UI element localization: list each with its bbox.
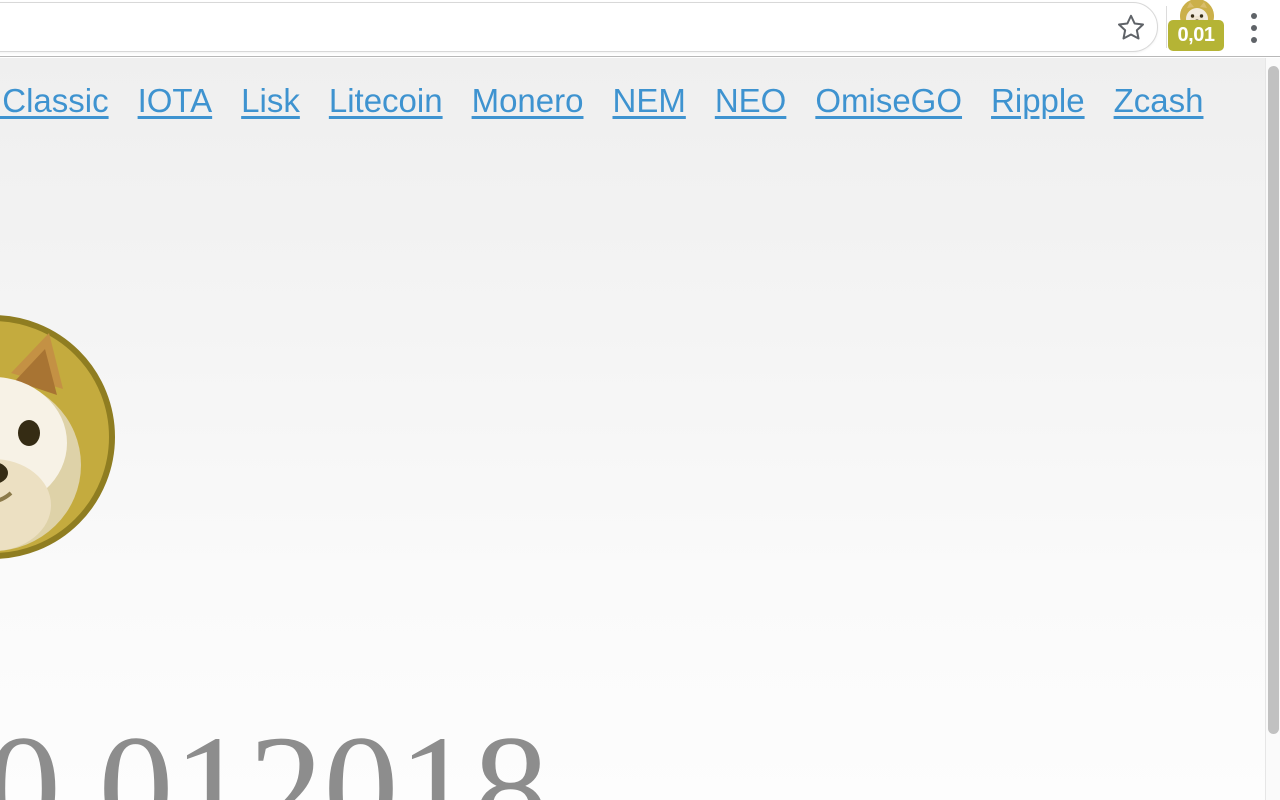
price-value: 0,012018 [0,705,549,800]
nav-link-litecoin[interactable]: Litecoin [329,82,443,120]
address-bar[interactable] [0,2,1158,52]
currency-nav-list: Ethereum Classic IOTA Lisk Litecoin Monero NE… [0,82,1203,120]
three-dot-menu-icon [1251,13,1257,19]
nav-link-neo[interactable]: NEO [715,82,787,120]
bookmark-star-icon [1116,12,1146,42]
bookmark-star-button[interactable] [1108,4,1154,50]
dogecoin-extension-button[interactable]: 0,01 [1168,0,1224,56]
nav-link-zcash[interactable]: Zcash [1114,82,1204,120]
vertical-scrollbar[interactable] [1265,58,1280,800]
three-dot-menu-icon [1251,25,1257,31]
three-dot-menu-icon [1251,37,1257,43]
dogecoin-logo [0,315,115,559]
browser-toolbar: 0,01 [0,0,1280,57]
nav-link-nem[interactable]: NEM [612,82,685,120]
nav-link-monero[interactable]: Monero [472,82,584,120]
extension-badge: 0,01 [1168,20,1224,51]
chrome-menu-button[interactable] [1234,6,1274,50]
page-viewport: Ethereum Classic IOTA Lisk Litecoin Monero NE… [0,58,1280,800]
nav-link-omisego[interactable]: OmiseGO [815,82,962,120]
nav-link-iota[interactable]: IOTA [138,82,213,120]
nav-link-ripple[interactable]: Ripple [991,82,1085,120]
vertical-scrollbar-thumb[interactable] [1268,66,1279,734]
currency-nav: Ethereum Classic IOTA Lisk Litecoin Monero NE… [0,58,1266,142]
nav-link-ethereum-classic[interactable]: Ethereum Classic [0,82,109,120]
nav-link-lisk[interactable]: Lisk [241,82,300,120]
toolbar-divider [1166,6,1167,48]
price-quote: 0,012018 hoje [0,713,680,800]
